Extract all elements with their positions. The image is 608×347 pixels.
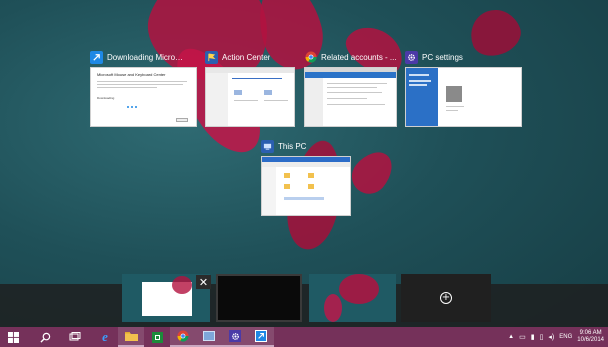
window-title: Related accounts - ... bbox=[321, 52, 397, 62]
system-tray: ▲ ▭ ▮ ▯ ◂) ENG 9:06 AM 10/6/2014 bbox=[508, 327, 608, 347]
control-panel-icon bbox=[203, 331, 215, 341]
gear-icon bbox=[229, 330, 241, 342]
download-status-text: Downloading bbox=[97, 96, 115, 100]
action-center-flag-icon bbox=[205, 50, 218, 64]
doc-heading: Microsoft Mouse and Keyboard Center bbox=[97, 72, 166, 77]
virtual-desktops-bar bbox=[0, 284, 608, 327]
window-preview bbox=[405, 67, 522, 127]
desktop-3-thumbnail[interactable] bbox=[309, 274, 396, 322]
window-preview bbox=[205, 67, 295, 127]
chrome-button[interactable] bbox=[170, 327, 196, 347]
window-thumbnail-pc-settings[interactable]: PC settings bbox=[405, 49, 522, 129]
window-title: Action Center bbox=[222, 52, 271, 62]
window-preview bbox=[304, 67, 397, 127]
window-title: This PC bbox=[278, 141, 307, 151]
download-arrow-icon bbox=[90, 50, 103, 64]
window-preview bbox=[261, 156, 351, 216]
download-arrow-icon bbox=[255, 330, 267, 342]
internet-explorer-icon: e bbox=[102, 329, 108, 344]
folder-icon bbox=[124, 332, 138, 341]
control-panel-button[interactable] bbox=[196, 327, 222, 347]
window-thumbnail-downloading[interactable]: Downloading Microsoft... Microsoft Mouse… bbox=[90, 49, 197, 129]
notifications-icon[interactable]: ▭ bbox=[519, 333, 526, 341]
gear-icon bbox=[405, 50, 418, 64]
close-desktop-button[interactable]: ✕ bbox=[196, 275, 211, 289]
windows-logo-icon bbox=[7, 331, 19, 343]
cancel-button[interactable] bbox=[176, 118, 188, 122]
search-button[interactable] bbox=[32, 327, 58, 347]
desktop-2-thumbnail[interactable] bbox=[216, 274, 302, 322]
volume-icon[interactable]: ◂) bbox=[548, 333, 554, 341]
chrome-icon bbox=[177, 330, 189, 342]
file-explorer-icon bbox=[261, 139, 274, 153]
window-preview: Microsoft Mouse and Keyboard Center Down… bbox=[90, 67, 197, 127]
language-indicator[interactable]: ENG bbox=[559, 334, 572, 340]
task-view-button[interactable] bbox=[62, 327, 88, 347]
new-desktop-button[interactable]: + bbox=[401, 274, 491, 322]
window-thumbnail-this-pc[interactable]: This PC bbox=[261, 138, 351, 218]
download-app-button[interactable] bbox=[248, 327, 274, 347]
internet-explorer-button[interactable]: e bbox=[92, 327, 118, 347]
clock[interactable]: 9:06 AM 10/6/2014 bbox=[577, 330, 604, 344]
file-explorer-button[interactable] bbox=[118, 327, 144, 347]
window-thumbnail-action-center[interactable]: Action Center bbox=[205, 49, 295, 129]
chrome-icon bbox=[304, 51, 317, 64]
search-icon bbox=[39, 332, 50, 343]
store-icon bbox=[151, 331, 163, 343]
taskbar: e ▲ ▭ ▮ ▯ ◂) ENG 9:06 AM 10/6/2014 bbox=[0, 327, 608, 347]
settings-button[interactable] bbox=[222, 327, 248, 347]
chevron-up-icon[interactable]: ▲ bbox=[508, 334, 514, 340]
window-title: PC settings bbox=[422, 52, 463, 62]
clock-date: 10/6/2014 bbox=[577, 337, 604, 343]
store-button[interactable] bbox=[144, 327, 170, 347]
progress-dots bbox=[127, 106, 147, 108]
window-title: Downloading Microsoft... bbox=[107, 52, 187, 62]
start-button[interactable] bbox=[0, 327, 26, 347]
window-thumbnail-related-accounts[interactable]: Related accounts - ... bbox=[304, 49, 397, 129]
plus-icon: + bbox=[440, 292, 452, 304]
network-icon[interactable]: ▮ bbox=[531, 333, 535, 341]
task-view-icon bbox=[69, 332, 81, 341]
clock-time: 9:06 AM bbox=[579, 330, 602, 336]
battery-icon[interactable]: ▯ bbox=[540, 333, 544, 341]
